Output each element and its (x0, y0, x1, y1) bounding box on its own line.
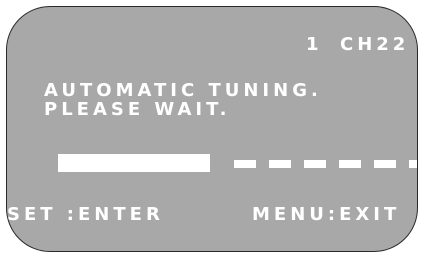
tuning-message-line1: AUTOMATIC TUNING. (44, 80, 322, 101)
channel-number: 1 (306, 34, 323, 55)
progress-dash (409, 160, 417, 168)
tuning-message-line2: PLEASE WAIT. (44, 99, 231, 120)
set-enter-hint: SET :ENTER (7, 204, 164, 225)
menu-exit-hint: MENU:EXIT (252, 204, 401, 225)
channel-name: CH22 (340, 34, 410, 55)
progress-dash (304, 160, 326, 168)
progress-dash (234, 160, 256, 168)
progress-dash (269, 160, 291, 168)
tv-osd-screen: 1 CH22 AUTOMATIC TUNING. PLEASE WAIT. SE… (6, 6, 418, 252)
progress-fill (58, 154, 210, 172)
tuning-progress-bar (58, 154, 417, 172)
progress-remaining (234, 160, 417, 168)
progress-dash (339, 160, 361, 168)
progress-dash (374, 160, 396, 168)
